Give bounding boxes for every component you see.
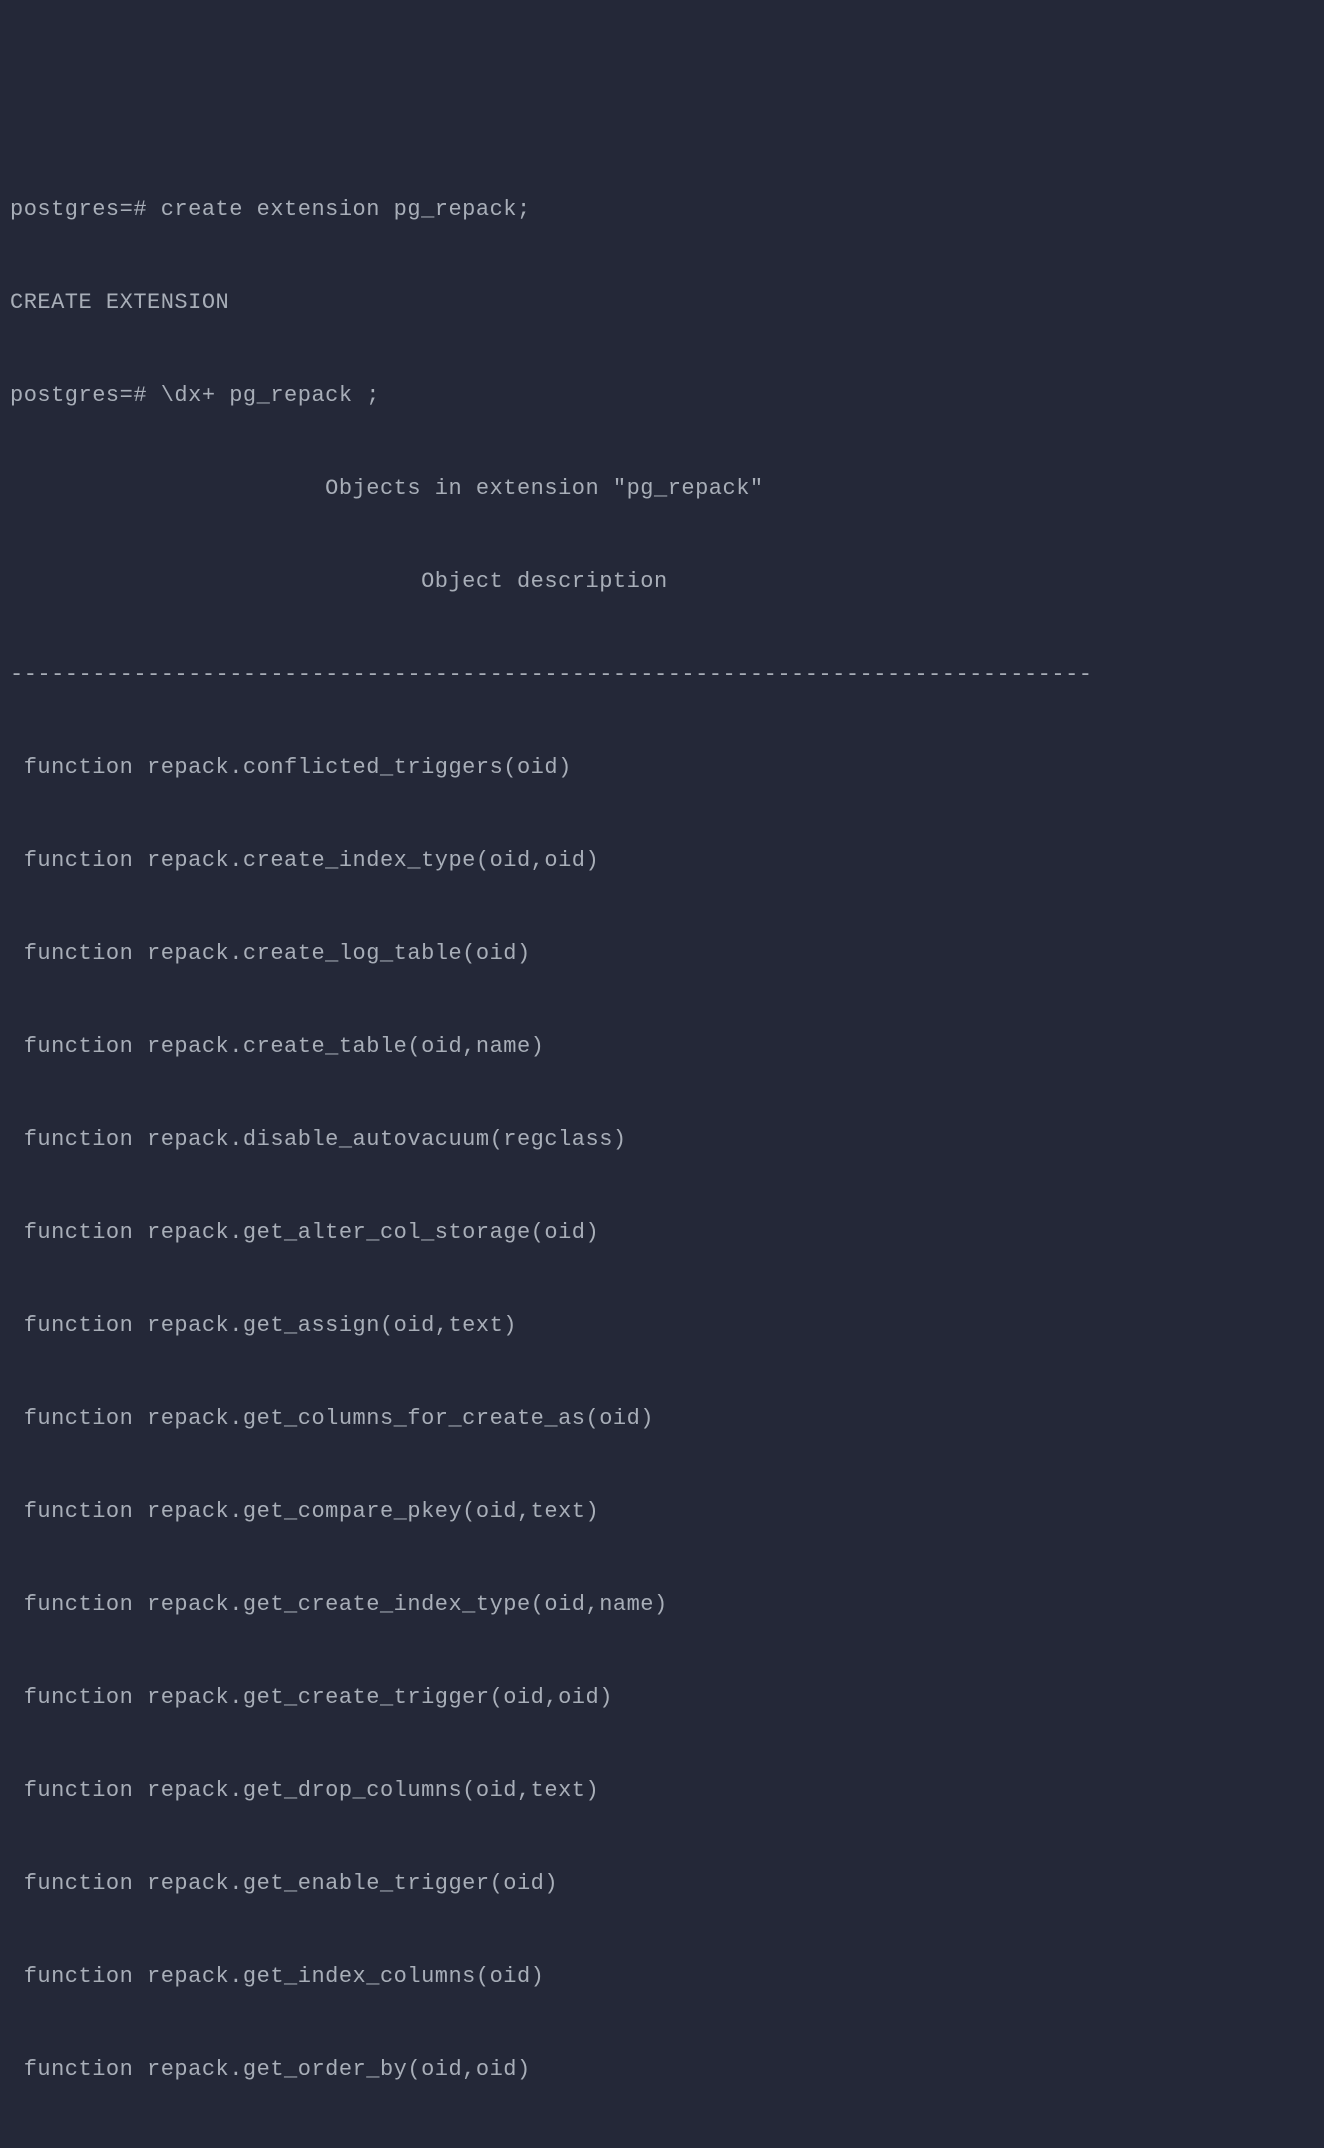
terminal-line: function repack.get_assign(oid,text) (10, 1310, 1314, 1341)
terminal-line: function repack.get_columns_for_create_a… (10, 1403, 1314, 1434)
terminal-line: Objects in extension "pg_repack" (10, 473, 1314, 504)
terminal-line: function repack.get_order_by(oid,oid) (10, 2054, 1314, 2085)
terminal-line: function repack.conflicted_triggers(oid) (10, 752, 1314, 783)
terminal-line: postgres=# \dx+ pg_repack ; (10, 380, 1314, 411)
terminal-line: function repack.get_drop_columns(oid,tex… (10, 1775, 1314, 1806)
terminal-line: function repack.get_alter_col_storage(oi… (10, 1217, 1314, 1248)
terminal-line: function repack.get_storage_param(oid) (10, 2147, 1314, 2148)
terminal-line: ----------------------------------------… (10, 659, 1314, 690)
terminal-line: function repack.disable_autovacuum(regcl… (10, 1124, 1314, 1155)
terminal-line: function repack.get_compare_pkey(oid,tex… (10, 1496, 1314, 1527)
terminal-line: postgres=# create extension pg_repack; (10, 194, 1314, 225)
terminal-line: function repack.get_create_index_type(oi… (10, 1589, 1314, 1620)
terminal-line: function repack.create_table(oid,name) (10, 1031, 1314, 1062)
terminal-line: function repack.get_index_columns(oid) (10, 1961, 1314, 1992)
terminal-output: postgres=# create extension pg_repack; C… (10, 132, 1314, 2148)
terminal-line: function repack.create_log_table(oid) (10, 938, 1314, 969)
terminal-line: function repack.create_index_type(oid,oi… (10, 845, 1314, 876)
terminal-line: function repack.get_create_trigger(oid,o… (10, 1682, 1314, 1713)
terminal-line: Object description (10, 566, 1314, 597)
terminal-line: function repack.get_enable_trigger(oid) (10, 1868, 1314, 1899)
terminal-line: CREATE EXTENSION (10, 287, 1314, 318)
